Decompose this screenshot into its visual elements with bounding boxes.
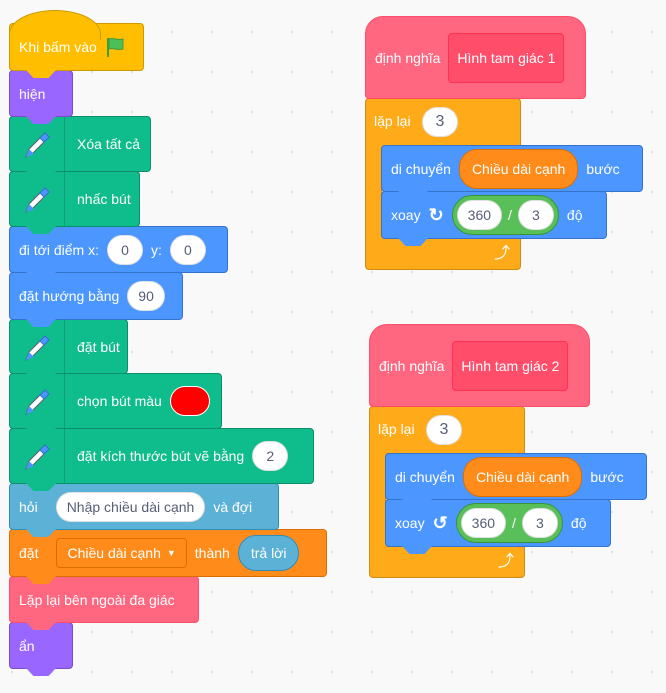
numerator-input[interactable]: 360 — [456, 200, 503, 230]
block-label: ẩn — [19, 637, 35, 654]
block-label-degrees: độ — [566, 207, 583, 223]
repeat-times-input[interactable]: 3 — [426, 415, 462, 445]
block-label: hiện — [19, 85, 46, 102]
block-label: xoay — [391, 207, 421, 223]
block-label-to: thành — [194, 545, 230, 561]
chevron-down-icon: ▼ — [166, 548, 176, 558]
x-input[interactable]: 0 — [106, 234, 143, 265]
denominator-input[interactable]: 3 — [517, 200, 554, 230]
clear-block[interactable]: Xóa tất cả — [9, 116, 151, 172]
block-label: Lặp lại bên ngoài đa giác — [19, 591, 175, 608]
rotate-left-icon: ↺ — [432, 512, 448, 533]
block-label: nhấc bút — [77, 191, 131, 207]
block-label: đặt kích thước bút vẽ bằng — [77, 448, 245, 464]
question-input[interactable]: Nhập chiều dài cạnh — [55, 491, 206, 522]
pen-icon — [10, 374, 65, 428]
move-steps-block[interactable]: di chuyển Chiều dài cạnh bước — [385, 453, 647, 500]
block-label: di chuyển — [395, 468, 455, 485]
y-input[interactable]: 0 — [169, 234, 206, 265]
set-variable-block[interactable]: đặt Chiều dài cạnh ▼ thành trả lời — [9, 529, 327, 577]
block-label: hỏi — [19, 498, 38, 515]
block-label: đặt bút — [77, 338, 120, 355]
block-label: Khi bấm vào — [19, 39, 97, 55]
block-label-steps: bước — [586, 160, 620, 177]
block-label: Xóa tất cả — [77, 136, 141, 152]
block-label: đặt — [19, 545, 39, 561]
repeat-times-input[interactable]: 3 — [422, 107, 458, 137]
divide-operator[interactable]: 360 / 3 — [455, 503, 563, 543]
answer-reporter[interactable]: trả lời — [237, 535, 300, 571]
pen-down-block[interactable]: đặt bút — [9, 319, 128, 374]
move-steps-block[interactable]: di chuyển Chiều dài cạnh bước — [381, 145, 643, 192]
pen-icon — [10, 429, 65, 483]
repeat-label: lặp lại — [378, 421, 415, 437]
procedure-name[interactable]: Hình tam giác 2 — [452, 340, 569, 391]
define-hat-block[interactable]: định nghĩa Hình tam giác 2 — [369, 324, 590, 407]
define-hat-block[interactable]: định nghĩa Hình tam giác 1 — [365, 16, 586, 99]
operator-symbol: / — [512, 515, 516, 531]
color-picker[interactable] — [169, 386, 210, 416]
ask-and-wait-block[interactable]: hỏi Nhập chiều dài cạnh và đợi — [9, 483, 279, 530]
numerator-input[interactable]: 360 — [460, 508, 507, 538]
loop-arrow-icon: ⤴ — [493, 245, 510, 262]
pen-size-input[interactable]: 2 — [252, 441, 289, 471]
variable-reporter[interactable]: Chiều dài cạnh — [458, 148, 579, 189]
denominator-input[interactable]: 3 — [521, 508, 558, 538]
direction-input[interactable]: 90 — [127, 281, 165, 311]
block-label-suffix: và đợi — [213, 498, 253, 515]
variable-dropdown[interactable]: Chiều dài cạnh ▼ — [56, 538, 187, 568]
pen-up-block[interactable]: nhấc bút — [9, 171, 140, 227]
green-flag-icon — [106, 37, 124, 57]
operator-symbol: / — [508, 207, 512, 223]
block-label: xoay — [395, 515, 425, 531]
pen-icon — [10, 117, 65, 171]
block-label: đặt hướng bằng — [19, 288, 120, 304]
set-pen-size-block[interactable]: đặt kích thước bút vẽ bằng 2 — [9, 428, 314, 484]
rotate-right-icon: ↻ — [428, 204, 444, 225]
block-label-steps: bước — [590, 468, 624, 485]
procedure-name[interactable]: Hình tam giác 1 — [448, 32, 565, 83]
block-label: đi tới điểm x: — [19, 241, 99, 258]
variable-name: Chiều dài cạnh — [67, 545, 161, 561]
block-label: di chuyển — [391, 160, 451, 177]
pen-icon — [10, 320, 65, 373]
define-label: định nghĩa — [375, 49, 441, 66]
loop-arrow-icon: ⤴ — [497, 553, 514, 570]
repeat-label: lặp lại — [374, 113, 411, 129]
variable-reporter[interactable]: Chiều dài cạnh — [462, 456, 583, 497]
pen-icon — [10, 172, 65, 226]
when-flag-clicked-block[interactable]: Khi bấm vào — [9, 10, 144, 71]
divide-operator[interactable]: 360 / 3 — [451, 195, 559, 235]
block-label: chọn bút màu — [77, 393, 162, 409]
y-label: y: — [150, 241, 162, 258]
set-pen-color-block[interactable]: chọn bút màu — [9, 373, 222, 429]
define-label: định nghĩa — [379, 357, 445, 374]
block-label-degrees: độ — [570, 515, 587, 531]
